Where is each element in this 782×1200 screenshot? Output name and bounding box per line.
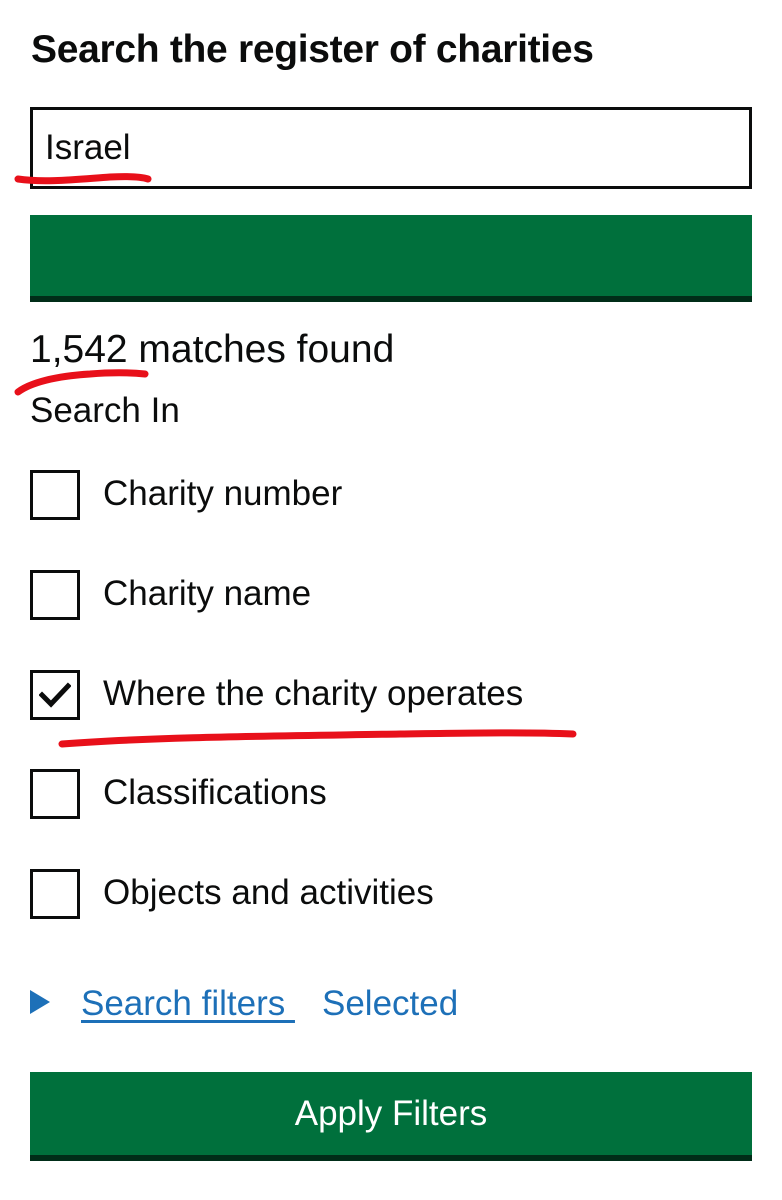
checkbox-where-operates[interactable]: Where the charity operates bbox=[30, 668, 730, 720]
checkbox-label: Classifications bbox=[103, 773, 327, 812]
search-filters-link[interactable]: Search filters bbox=[81, 978, 295, 1030]
checkbox-box[interactable] bbox=[30, 769, 80, 819]
search-button[interactable] bbox=[30, 215, 752, 495]
checkbox-box[interactable] bbox=[30, 670, 80, 720]
checkbox-label: Where the charity operates bbox=[103, 674, 524, 713]
checkbox-box[interactable] bbox=[30, 570, 80, 620]
checkbox-charity-name[interactable]: Charity name bbox=[30, 568, 730, 620]
checkbox-box[interactable] bbox=[30, 470, 80, 520]
search-input[interactable] bbox=[30, 107, 752, 189]
checkbox-charity-number[interactable]: Charity number bbox=[30, 468, 730, 520]
apply-filters-button[interactable]: Apply Filters bbox=[30, 1072, 752, 1155]
checkbox-label: Charity number bbox=[103, 474, 343, 513]
checkbox-label: Charity name bbox=[103, 574, 312, 613]
checkbox-label: Objects and activities bbox=[103, 873, 434, 912]
page-title: Search the register of charities bbox=[31, 28, 594, 71]
checkbox-box[interactable] bbox=[30, 869, 80, 919]
filters-selected-text: Selected bbox=[322, 984, 459, 1023]
triangle-right-icon bbox=[30, 990, 50, 1014]
checkbox-objects-activities[interactable]: Objects and activities bbox=[30, 867, 730, 919]
results-count: 1,542 matches found bbox=[30, 328, 395, 371]
checkmark-icon bbox=[39, 682, 71, 708]
search-in-label: Search In bbox=[30, 391, 180, 430]
checkbox-classifications[interactable]: Classifications bbox=[30, 767, 730, 819]
red-underline-where-operates bbox=[58, 729, 577, 748]
